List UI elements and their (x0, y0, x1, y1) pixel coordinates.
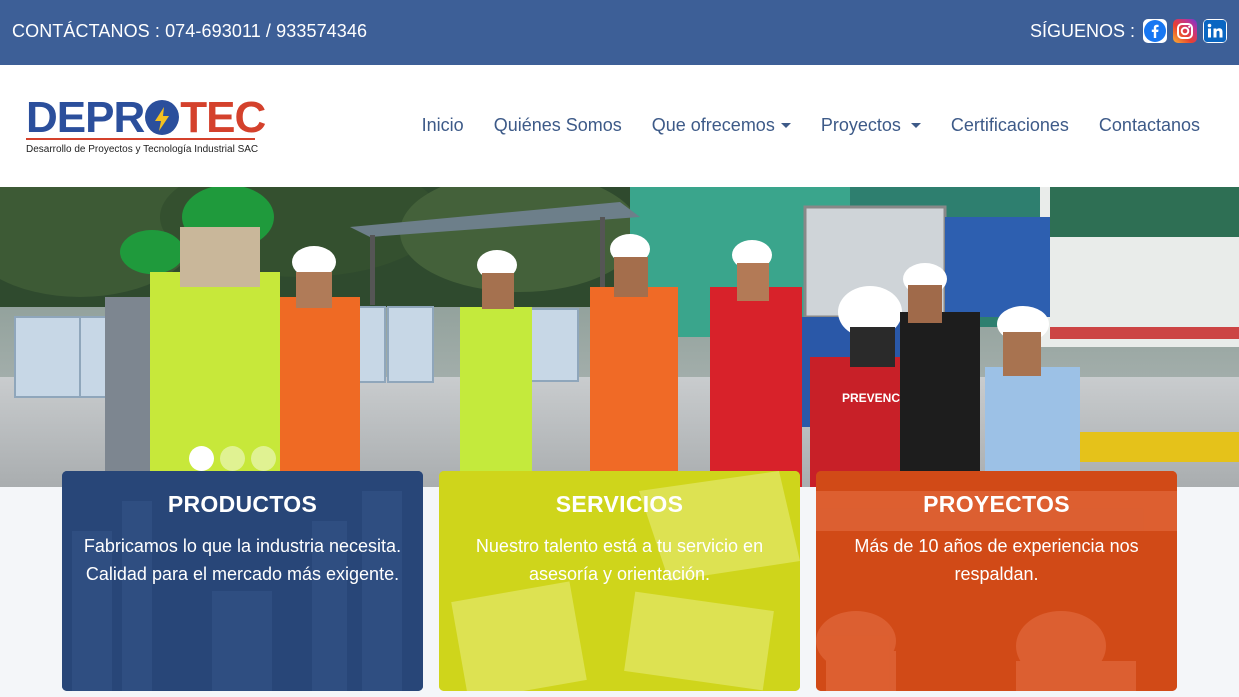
deprotec-logo[interactable]: DEPR TEC Desarrollo de Proyectos y Tecnol… (26, 96, 266, 158)
site-header: DEPR TEC Desarrollo de Proyectos y Tecnol… (0, 65, 1239, 187)
nav-label: Contactanos (1098, 115, 1200, 135)
nav-label: Proyectos (820, 115, 901, 135)
nav-item-proyectos[interactable]: Proyectos (821, 115, 921, 136)
nav-item-certificaciones[interactable]: Certificaciones (951, 115, 1069, 136)
card-title: SERVICIOS (555, 491, 684, 517)
follow-label: SÍGUENOS : (1029, 20, 1135, 41)
card-title: PROYECTOS (923, 491, 1070, 517)
nav-item-que-ofrecemos[interactable]: Que ofrecemos (652, 115, 791, 136)
hero-carousel[interactable]: PREVENCIONISTA (0, 187, 1239, 487)
top-contact-bar: CONTÁCTANOS : 074-693011 / 933574346 SÍG… (0, 0, 1239, 65)
nav-label: Certificaciones (950, 115, 1069, 135)
logo-subtitle: Desarrollo de Proyectos y Tecnología Ind… (26, 144, 259, 155)
carousel-dot-1[interactable] (189, 446, 214, 471)
card-productos[interactable]: PRODUCTOS Fabricamos lo que la industria… (62, 471, 423, 691)
nav-label: Inicio (421, 115, 464, 135)
logo-underline (26, 138, 255, 140)
chevron-down-icon (780, 123, 791, 128)
nav-item-inicio[interactable]: Inicio (422, 115, 464, 136)
chevron-down-icon (910, 123, 921, 128)
card-title: PRODUCTOS (167, 491, 318, 517)
lightning-bolt-icon (145, 100, 180, 135)
nav-item-contactanos[interactable]: Contactanos (1099, 115, 1200, 136)
nav-label: Quiénes Somos (493, 115, 622, 135)
contact-phones: CONTÁCTANOS : 074-693011 / 933574346 (12, 21, 368, 41)
card-proyectos[interactable]: PROYECTOS Más de 10 años de experiencia … (816, 471, 1177, 691)
nav-label: Que ofrecemos (651, 115, 775, 135)
card-text: Fabricamos lo que la industria necesita.… (83, 536, 402, 584)
nav-item-quienes-somos[interactable]: Quiénes Somos (494, 115, 622, 136)
carousel-dot-3[interactable] (251, 446, 276, 471)
logo-word-right: TEC (180, 93, 266, 142)
carousel-indicators (189, 446, 276, 471)
carousel-dot-2[interactable] (220, 446, 245, 471)
card-text: Más de 10 años de experiencia nos respal… (854, 536, 1139, 584)
card-servicios[interactable]: SERVICIOS Nuestro talento está a tu serv… (439, 471, 800, 691)
social-follow: SÍGUENOS : (1030, 19, 1227, 43)
facebook-icon[interactable] (1143, 19, 1167, 43)
logo-wordmark: DEPR TEC (26, 93, 266, 142)
hero-photo-workers: PREVENCIONISTA (0, 187, 1239, 487)
main-nav: Inicio Quiénes Somos Que ofrecemos Proye… (392, 115, 1200, 136)
instagram-icon[interactable] (1173, 19, 1197, 43)
linkedin-icon[interactable] (1203, 19, 1227, 43)
card-text: Nuestro talento está a tu servicio en as… (475, 536, 764, 584)
logo-word-left: DEPR (26, 93, 145, 142)
